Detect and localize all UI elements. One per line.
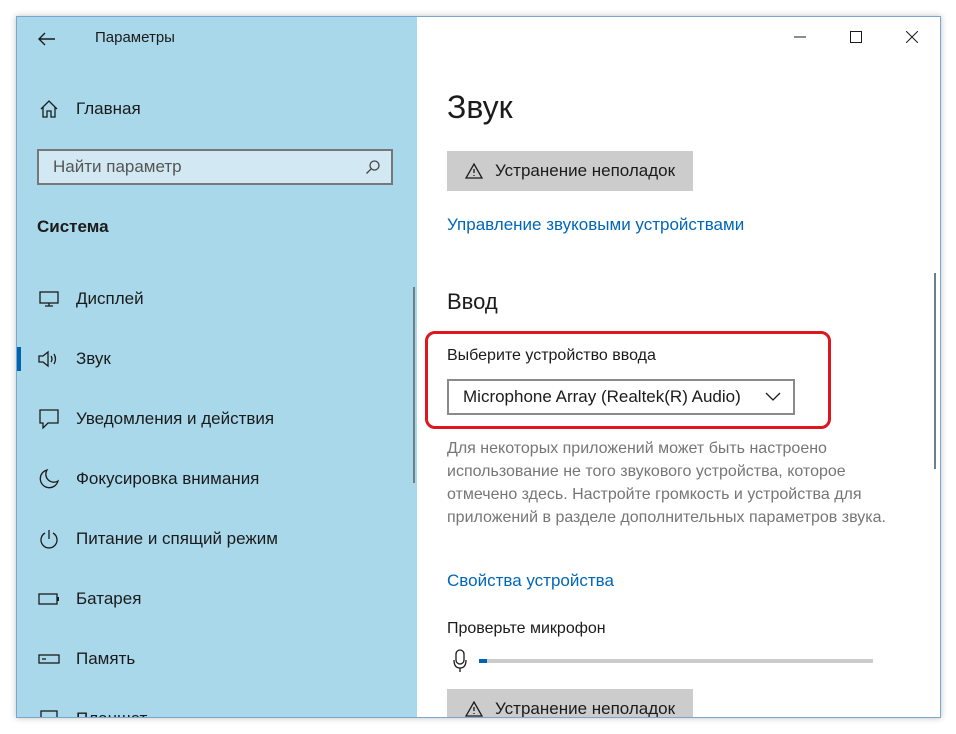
sidebar-item-sound[interactable]: Звук bbox=[17, 329, 407, 389]
content-scrollbar[interactable] bbox=[934, 273, 936, 469]
troubleshoot-button-2[interactable]: Устранение неполадок bbox=[447, 689, 694, 718]
sidebar-item-label: Планшет bbox=[76, 709, 147, 717]
mic-level-meter bbox=[479, 659, 873, 663]
storage-icon bbox=[37, 647, 61, 671]
home-icon bbox=[37, 97, 61, 121]
device-properties-link[interactable]: Свойства устройства bbox=[447, 571, 614, 591]
window-controls bbox=[772, 17, 940, 57]
moon-icon bbox=[37, 467, 61, 491]
troubleshoot-button[interactable]: Устранение неполадок bbox=[447, 151, 694, 191]
sidebar-item-tablet[interactable]: Планшет bbox=[17, 689, 407, 717]
troubleshoot-label: Устранение неполадок bbox=[495, 161, 676, 180]
sidebar-item-label: Дисплей bbox=[76, 289, 144, 308]
tablet-icon bbox=[37, 707, 61, 717]
sidebar-item-label: Память bbox=[76, 649, 136, 668]
battery-icon bbox=[37, 587, 61, 611]
back-button[interactable] bbox=[33, 25, 61, 53]
maximize-button[interactable] bbox=[828, 17, 884, 57]
sidebar-item-label: Уведомления и действия bbox=[76, 409, 275, 428]
app-title: Параметры bbox=[95, 29, 175, 46]
sidebar-nav: Дисплей Звук Уведомления и действия Фоку… bbox=[17, 269, 407, 717]
search-placeholder: Найти параметр bbox=[53, 157, 182, 176]
input-heading: Ввод bbox=[447, 289, 498, 314]
sidebar-item-label: Питание и спящий режим bbox=[76, 529, 278, 548]
page-title: Звук bbox=[447, 89, 513, 125]
sidebar-scrollbar[interactable] bbox=[413, 287, 415, 483]
sidebar-item-storage[interactable]: Память bbox=[17, 629, 407, 689]
chevron-down-icon bbox=[765, 392, 781, 401]
settings-window: Параметры Главная Найти параметр Система… bbox=[16, 16, 941, 718]
input-description: Для некоторых приложений может быть наст… bbox=[447, 440, 886, 526]
selected-input-device: Microphone Array (Realtek(R) Audio) bbox=[463, 387, 741, 406]
sidebar-item-battery[interactable]: Батарея bbox=[17, 569, 407, 629]
sidebar-item-notifications[interactable]: Уведомления и действия bbox=[17, 389, 407, 449]
test-mic-label: Проверьте микрофон bbox=[447, 620, 606, 637]
speaker-icon bbox=[37, 347, 61, 371]
content-pane: Звук Устранение неполадок Управление зву… bbox=[417, 17, 940, 717]
troubleshoot-label: Устранение неполадок bbox=[495, 699, 676, 718]
sidebar-item-label: Батарея bbox=[76, 589, 142, 608]
mic-level-fill bbox=[479, 659, 487, 663]
search-icon[interactable] bbox=[365, 159, 381, 175]
power-icon bbox=[37, 527, 61, 551]
sidebar-item-focus[interactable]: Фокусировка внимания bbox=[17, 449, 407, 509]
close-icon bbox=[906, 31, 918, 43]
notification-icon bbox=[37, 407, 61, 431]
sidebar-item-display[interactable]: Дисплей bbox=[17, 269, 407, 329]
minimize-button[interactable] bbox=[772, 17, 828, 57]
sidebar-item-label: Звук bbox=[76, 349, 111, 368]
input-device-dropdown[interactable]: Microphone Array (Realtek(R) Audio) bbox=[447, 379, 795, 415]
display-icon bbox=[37, 287, 61, 311]
close-button[interactable] bbox=[884, 17, 940, 57]
section-label: Система bbox=[37, 217, 109, 236]
warning-icon bbox=[465, 163, 483, 179]
manage-sound-devices-link[interactable]: Управление звуковыми устройствами bbox=[447, 215, 744, 235]
microphone-icon bbox=[453, 649, 467, 672]
search-input[interactable]: Найти параметр bbox=[37, 149, 393, 185]
minimize-icon bbox=[794, 36, 806, 38]
choose-input-label: Выберите устройство ввода bbox=[447, 347, 656, 364]
sidebar: Параметры Главная Найти параметр Система… bbox=[17, 17, 417, 717]
back-arrow-icon bbox=[38, 32, 55, 46]
home-label: Главная bbox=[76, 99, 141, 118]
sidebar-item-power[interactable]: Питание и спящий режим bbox=[17, 509, 407, 569]
mic-level-row bbox=[453, 649, 873, 673]
sidebar-item-label: Фокусировка внимания bbox=[76, 469, 260, 488]
warning-icon bbox=[465, 701, 483, 717]
maximize-icon bbox=[850, 31, 862, 43]
sidebar-item-home[interactable]: Главная bbox=[37, 97, 141, 121]
